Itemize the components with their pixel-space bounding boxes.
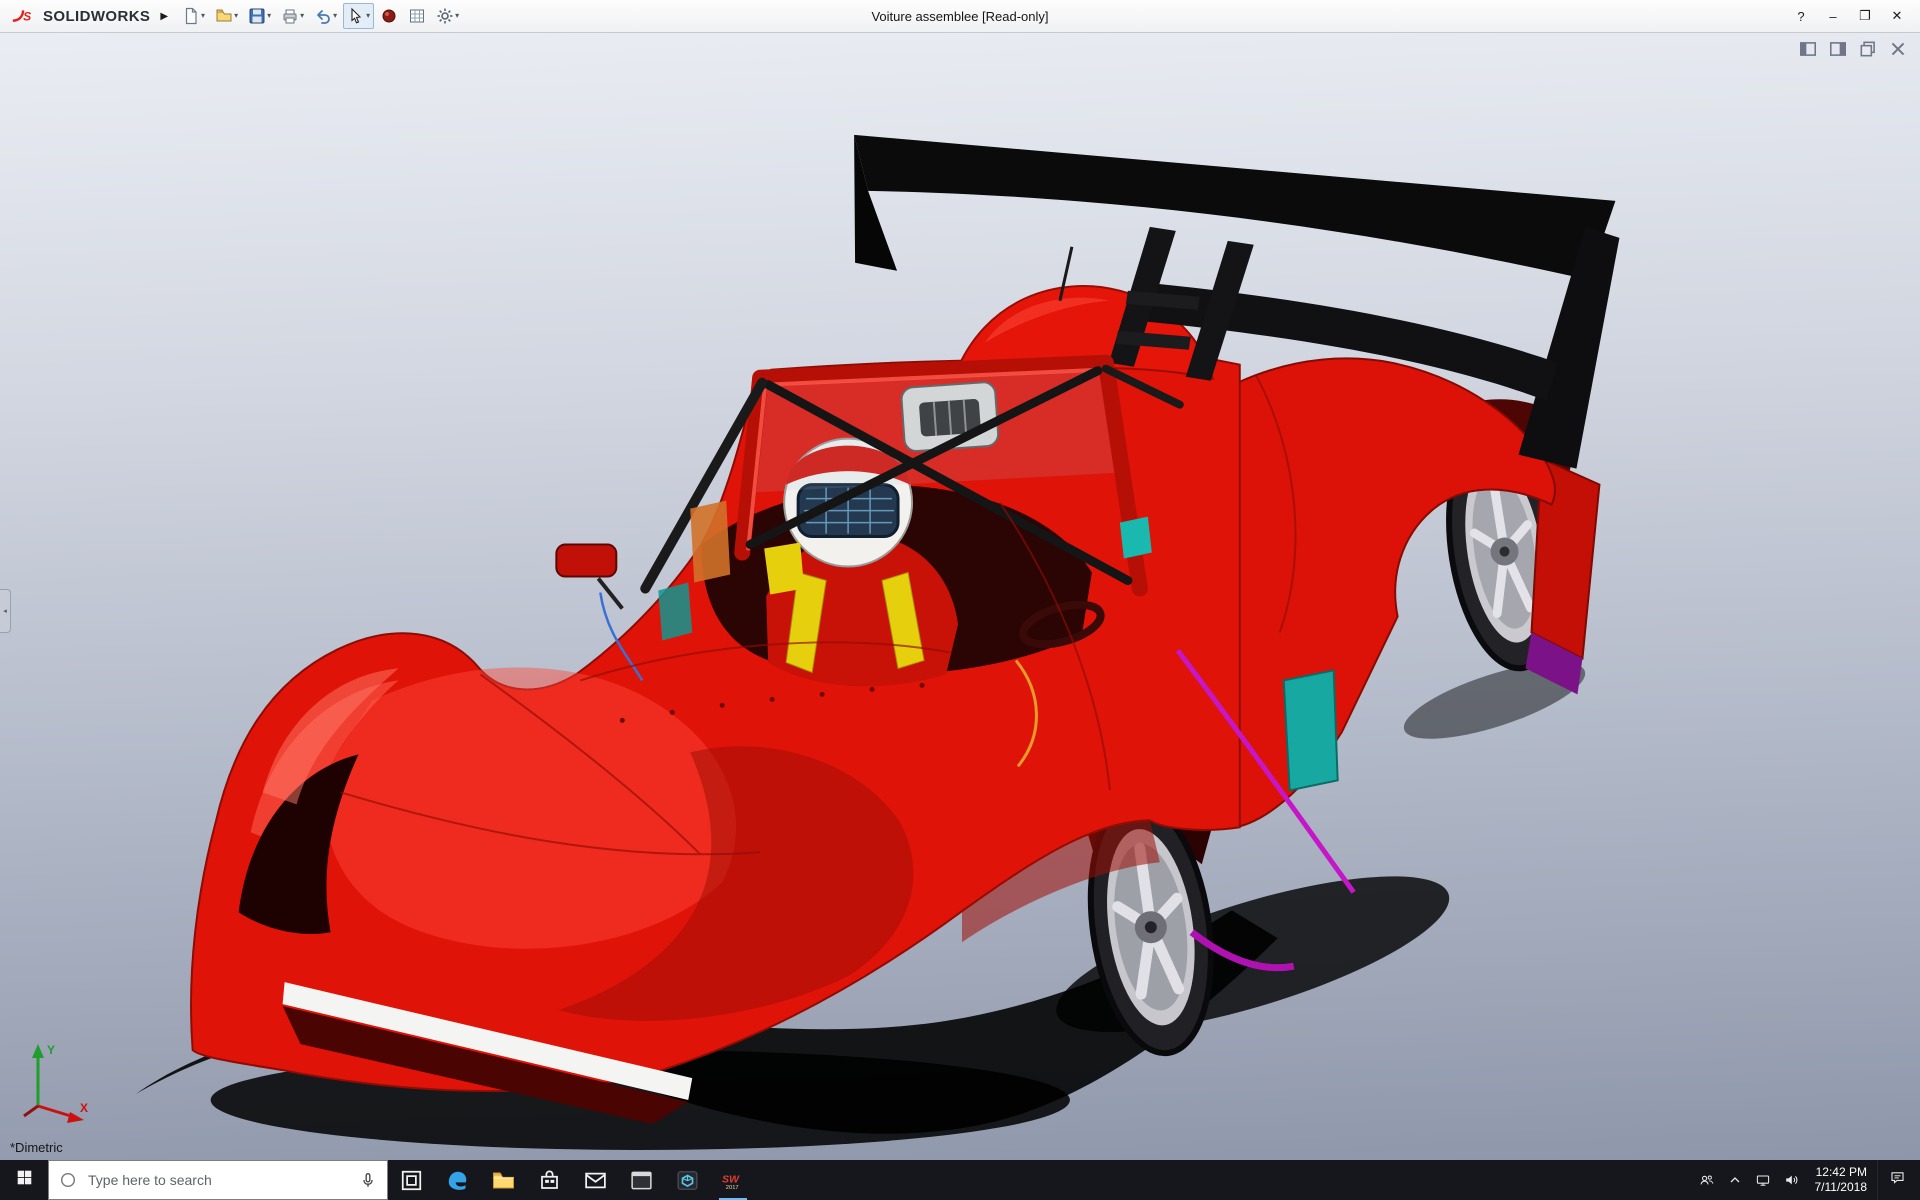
clock-date: 7/11/2018 xyxy=(1815,1180,1868,1195)
dropdown-caret-icon[interactable]: ▾ xyxy=(201,12,205,20)
clock-time: 12:42 PM xyxy=(1816,1165,1867,1180)
chevron-up-tray-icon[interactable] xyxy=(1721,1160,1749,1200)
minimize-button[interactable]: – xyxy=(1818,4,1848,28)
new-document-button[interactable]: ▾ xyxy=(178,3,209,29)
solidworks-logo: S SOLIDWORKS xyxy=(0,0,158,32)
car-model-canvas[interactable] xyxy=(0,33,1920,1160)
maximize-button[interactable]: ❐ xyxy=(1850,4,1880,28)
edge-taskbar-button[interactable] xyxy=(434,1160,480,1200)
file-explorer-icon xyxy=(491,1168,516,1193)
solidworks-2017-taskbar-button[interactable]: SW2017 xyxy=(710,1160,756,1200)
appearance-button[interactable] xyxy=(376,3,402,29)
mail-icon xyxy=(583,1168,608,1193)
task-view-taskbar-button[interactable] xyxy=(388,1160,434,1200)
dropdown-caret-icon[interactable]: ▾ xyxy=(234,12,238,20)
system-tray: 12:42 PM 7/11/2018 xyxy=(1693,1160,1920,1200)
svg-text:2017: 2017 xyxy=(725,1185,738,1191)
toolbar-expand-arrow-icon[interactable]: ▶ xyxy=(160,11,168,22)
document-title: Voiture assemblee [Read-only] xyxy=(871,9,1048,24)
taskbar-search[interactable] xyxy=(48,1160,388,1200)
design-table-button[interactable] xyxy=(404,3,430,29)
mail-taskbar-button[interactable] xyxy=(572,1160,618,1200)
orientation-triad: Y X xyxy=(14,1036,98,1128)
triad-y-label: Y xyxy=(47,1043,55,1057)
search-input[interactable] xyxy=(86,1171,350,1189)
taskbar: SW2017 12:42 PM 7/11/2018 xyxy=(0,1160,1920,1200)
dropdown-caret-icon[interactable]: ▾ xyxy=(333,12,337,20)
triad-x-label: X xyxy=(80,1101,88,1115)
titlebar: S SOLIDWORKS ▶ ▾ ▾ ▾ ▾ ▾ ▾ ▾ Voiture assemblee… xyxy=(0,0,1920,33)
select-tool-button[interactable]: ▾ xyxy=(343,3,374,29)
window-controls: ? – ❐ ✕ xyxy=(1786,4,1920,28)
undo-icon xyxy=(314,7,332,25)
edge-icon xyxy=(445,1168,470,1193)
svg-text:S: S xyxy=(23,10,31,24)
file-explorer-taskbar-button[interactable] xyxy=(480,1160,526,1200)
windows-logo-icon xyxy=(16,1169,33,1191)
appearance-icon xyxy=(380,7,398,25)
dropdown-caret-icon[interactable]: ▾ xyxy=(300,12,304,20)
screen: S SOLIDWORKS ▶ ▾ ▾ ▾ ▾ ▾ ▾ ▾ Voiture assemblee… xyxy=(0,0,1920,1200)
main-toolbar: ▾ ▾ ▾ ▾ ▾ ▾ ▾ xyxy=(178,3,463,29)
start-button[interactable] xyxy=(0,1160,48,1200)
microphone-icon[interactable] xyxy=(359,1171,377,1189)
select-tool-icon xyxy=(347,7,365,25)
print-button[interactable]: ▾ xyxy=(277,3,308,29)
store-taskbar-button[interactable] xyxy=(526,1160,572,1200)
cortana-icon xyxy=(59,1171,77,1189)
dropdown-caret-icon[interactable]: ▾ xyxy=(366,12,370,20)
action-center-button[interactable] xyxy=(1877,1160,1916,1200)
save-button[interactable]: ▾ xyxy=(244,3,275,29)
store-icon xyxy=(537,1168,562,1193)
design-table-icon xyxy=(408,7,426,25)
mr-viewer-taskbar-button[interactable] xyxy=(664,1160,710,1200)
options-icon xyxy=(436,7,454,25)
view-orientation-label: *Dimetric xyxy=(10,1140,63,1155)
svg-text:SW: SW xyxy=(721,1173,739,1185)
volume-tray-icon[interactable] xyxy=(1777,1160,1805,1200)
viewport-3d[interactable]: ◂ xyxy=(0,33,1920,1160)
dropdown-caret-icon[interactable]: ▾ xyxy=(267,12,271,20)
mr-viewer-icon xyxy=(675,1168,700,1193)
network-tray-icon[interactable] xyxy=(1749,1160,1777,1200)
new-document-icon xyxy=(182,7,200,25)
options-button[interactable]: ▾ xyxy=(432,3,463,29)
console-taskbar-button[interactable] xyxy=(618,1160,664,1200)
solidworks-2017-icon: SW2017 xyxy=(721,1168,746,1193)
open-document-icon xyxy=(215,7,233,25)
close-button[interactable]: ✕ xyxy=(1882,4,1912,28)
save-icon xyxy=(248,7,266,25)
ds-logo-icon: S xyxy=(10,8,38,24)
action-center-icon xyxy=(1889,1169,1906,1191)
taskbar-apps: SW2017 xyxy=(388,1160,756,1200)
open-document-button[interactable]: ▾ xyxy=(211,3,242,29)
console-icon xyxy=(629,1168,654,1193)
dropdown-caret-icon[interactable]: ▾ xyxy=(455,12,459,20)
solidworks-logo-text: SOLIDWORKS xyxy=(43,8,150,25)
print-icon xyxy=(281,7,299,25)
help-button[interactable]: ? xyxy=(1786,4,1816,28)
undo-button[interactable]: ▾ xyxy=(310,3,341,29)
task-view-icon xyxy=(399,1168,424,1193)
taskbar-clock[interactable]: 12:42 PM 7/11/2018 xyxy=(1805,1165,1878,1195)
people-tray-icon[interactable] xyxy=(1693,1160,1721,1200)
